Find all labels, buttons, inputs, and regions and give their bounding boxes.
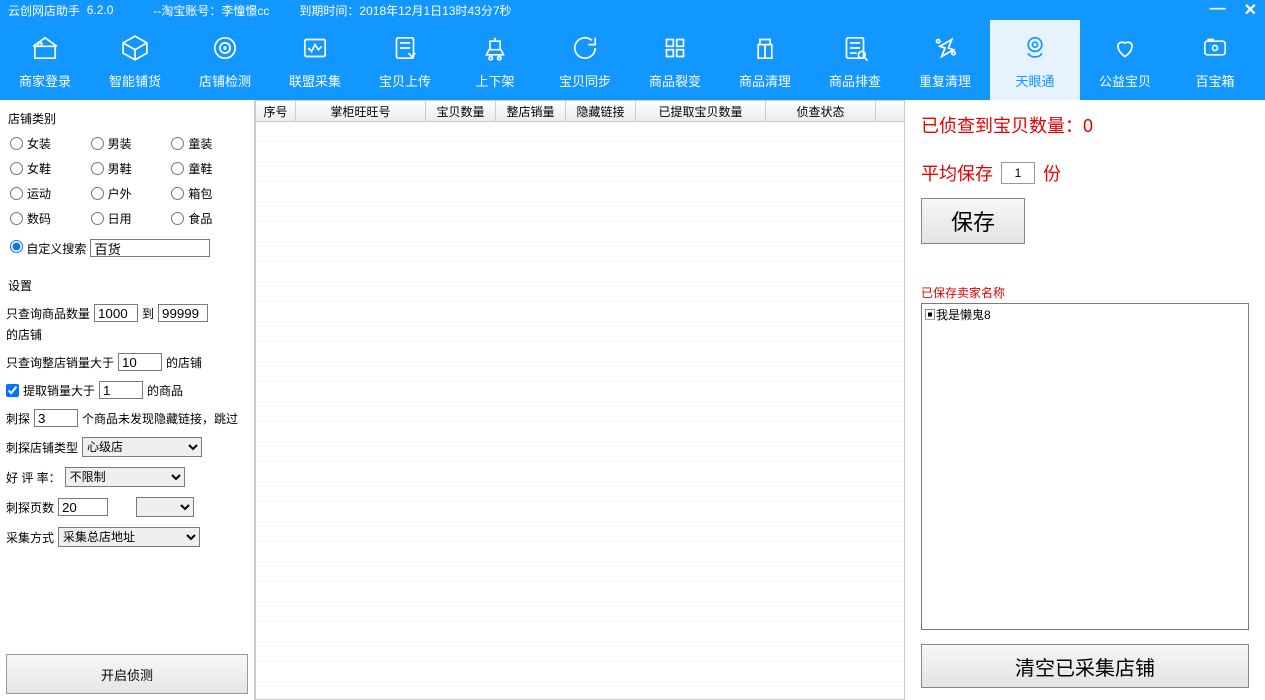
- tool-商品清理[interactable]: 商品清理: [720, 20, 810, 100]
- tool-上下架[interactable]: 上下架: [450, 20, 540, 100]
- saved-sellers-list[interactable]: ▣我是懒鬼8: [921, 303, 1249, 630]
- tool-商品排查[interactable]: 商品排查: [810, 20, 900, 100]
- custom-search-input[interactable]: [90, 239, 210, 257]
- detected-label: 已侦查到宝贝数量：: [921, 116, 1083, 136]
- tool-百宝箱[interactable]: 百宝箱: [1170, 20, 1260, 100]
- category-title: 店铺类别: [8, 110, 248, 127]
- rating-select[interactable]: 不限制: [65, 467, 185, 487]
- category-食品[interactable]: 食品: [171, 210, 248, 227]
- category-童鞋[interactable]: 童鞋: [171, 160, 248, 177]
- qty-max-input[interactable]: [158, 304, 208, 322]
- col-掌柜旺旺号[interactable]: 掌柜旺旺号: [296, 101, 426, 121]
- shop-type-select[interactable]: 心级店: [82, 437, 202, 457]
- tool-智能铺货[interactable]: 智能铺货: [90, 20, 180, 100]
- table-area: 序号掌柜旺旺号宝贝数量整店销量隐藏链接已提取宝贝数量侦查状态: [255, 100, 905, 700]
- detected-count: 0: [1083, 116, 1093, 136]
- app-version: 6.2.0: [87, 3, 114, 17]
- extract-sales-input[interactable]: [99, 381, 143, 399]
- tool-宝贝同步[interactable]: 宝贝同步: [540, 20, 630, 100]
- sales-min-input[interactable]: [118, 353, 162, 371]
- saved-sellers-label: 已保存卖家名称: [921, 284, 1249, 301]
- category-女装[interactable]: 女装: [10, 135, 87, 152]
- category-户外[interactable]: 户外: [91, 185, 168, 202]
- titlebar: 云创网店助手 6.2.0 --淘宝账号： 李憧憬cc 到期时间： 2018年12…: [0, 0, 1265, 20]
- category-日用[interactable]: 日用: [91, 210, 168, 227]
- account-name: 李憧憬cc: [221, 2, 269, 19]
- col-宝贝数量[interactable]: 宝贝数量: [426, 101, 496, 121]
- tool-商家登录[interactable]: 商家登录: [0, 20, 90, 100]
- category-箱包[interactable]: 箱包: [171, 185, 248, 202]
- category-女鞋[interactable]: 女鞋: [10, 160, 87, 177]
- app-name: 云创网店助手: [8, 2, 80, 19]
- expire-time: 2018年12月1日13时43分7秒: [359, 2, 511, 19]
- collect-method-select[interactable]: 采集总店地址: [58, 527, 200, 547]
- account-prefix: --淘宝账号：: [153, 2, 221, 19]
- category-童装[interactable]: 童装: [171, 135, 248, 152]
- tool-重复清理[interactable]: 重复清理: [900, 20, 990, 100]
- toolbar: 商家登录智能铺货店铺检测联盟采集宝贝上传上下架宝贝同步商品裂变商品清理商品排查重…: [0, 20, 1265, 100]
- tool-联盟采集[interactable]: 联盟采集: [270, 20, 360, 100]
- tool-店铺检测[interactable]: 店铺检测: [180, 20, 270, 100]
- save-button[interactable]: 保存: [921, 198, 1025, 244]
- table-body[interactable]: [255, 122, 905, 700]
- col-隐藏链接[interactable]: 隐藏链接: [566, 101, 636, 121]
- col-序号[interactable]: 序号: [256, 101, 296, 121]
- probe-count-input[interactable]: [34, 409, 78, 427]
- expire-prefix: 到期时间：: [299, 2, 359, 19]
- category-男装[interactable]: 男装: [91, 135, 168, 152]
- probe-pages-select[interactable]: [136, 497, 194, 517]
- custom-search-radio[interactable]: 自定义搜索: [10, 240, 86, 257]
- tool-天眼通[interactable]: 天眼通: [990, 20, 1080, 100]
- qty-min-input[interactable]: [94, 304, 138, 322]
- start-detect-button[interactable]: 开启侦测: [6, 654, 248, 694]
- right-panel: 已侦查到宝贝数量：0 平均保存 份 保存 已保存卖家名称 ▣我是懒鬼8 清空已采…: [905, 100, 1265, 700]
- category-男鞋[interactable]: 男鞋: [91, 160, 168, 177]
- col-整店销量[interactable]: 整店销量: [496, 101, 566, 121]
- saved-item[interactable]: ▣我是懒鬼8: [924, 306, 1246, 323]
- sidebar: 店铺类别 女装 男装 童装 女鞋 男鞋 童鞋 运动 户外 箱包 数码 日用 食品…: [0, 100, 255, 700]
- category-运动[interactable]: 运动: [10, 185, 87, 202]
- close-icon[interactable]: ✕: [1244, 0, 1257, 20]
- tool-公益宝贝[interactable]: 公益宝贝: [1080, 20, 1170, 100]
- extract-sales-checkbox[interactable]: [6, 384, 19, 397]
- probe-pages-input[interactable]: [58, 498, 108, 516]
- col-侦查状态[interactable]: 侦查状态: [766, 101, 876, 121]
- category-数码[interactable]: 数码: [10, 210, 87, 227]
- col-已提取宝贝数量[interactable]: 已提取宝贝数量: [636, 101, 766, 121]
- tool-商品裂变[interactable]: 商品裂变: [630, 20, 720, 100]
- tool-宝贝上传[interactable]: 宝贝上传: [360, 20, 450, 100]
- clear-collected-button[interactable]: 清空已采集店铺: [921, 644, 1249, 688]
- avg-save-input[interactable]: [1001, 162, 1035, 184]
- minimize-icon[interactable]: —: [1210, 0, 1226, 20]
- settings-title: 设置: [8, 277, 248, 294]
